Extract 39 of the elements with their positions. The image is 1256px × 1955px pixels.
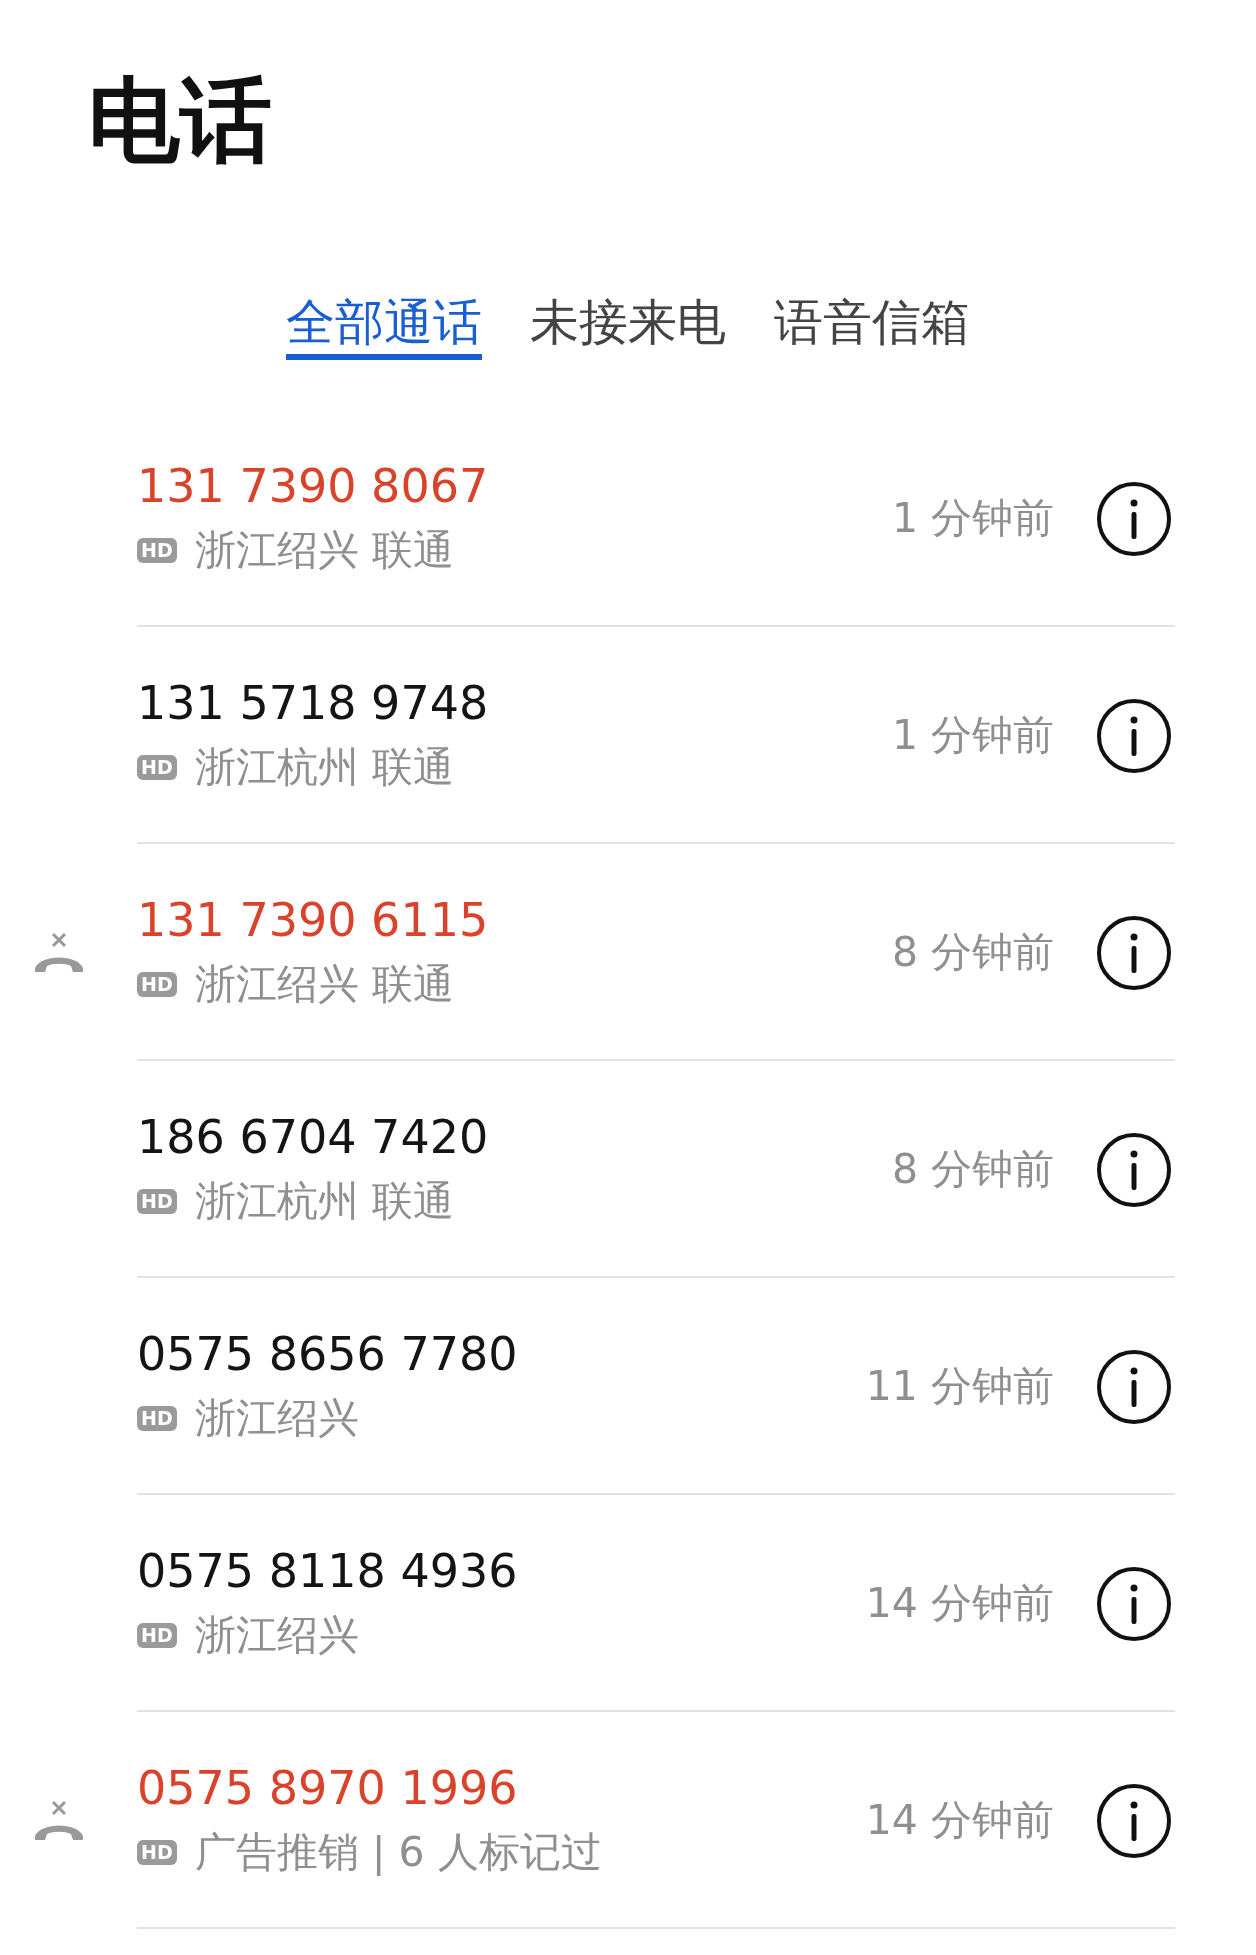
info-icon[interactable]: [1096, 914, 1172, 991]
phone-number: 131 7390 8067: [137, 459, 490, 513]
info-icon[interactable]: [1096, 1348, 1172, 1425]
hd-badge: HD: [137, 538, 177, 563]
location-text: 浙江绍兴: [194, 1610, 359, 1661]
tab[interactable]: 语音信箱: [774, 290, 970, 360]
phone-number: 131 7390 6115: [137, 893, 490, 947]
phone-number: 0575 8656 7780: [137, 1327, 519, 1381]
hd-badge: HD: [137, 1840, 177, 1865]
page-title: 电话: [87, 66, 273, 176]
call-time: 1 分钟前: [891, 710, 1054, 761]
phone-number: 0575 8118 4936: [137, 1544, 519, 1598]
phone-number: 131 5718 9748: [137, 676, 490, 730]
phone-number: 186 6704 7420: [137, 1110, 490, 1164]
info-icon[interactable]: [1096, 697, 1172, 774]
location-text: 浙江绍兴 联通: [194, 959, 454, 1010]
call-time: 8 分钟前: [891, 927, 1054, 978]
location-text: 广告推销 | 6 人标记过: [194, 1827, 602, 1878]
info-icon[interactable]: [1096, 1782, 1172, 1859]
hd-badge: HD: [137, 1623, 177, 1648]
tab[interactable]: 未接来电: [530, 290, 726, 360]
tab[interactable]: 全部通话: [286, 290, 482, 360]
call-time: 14 分钟前: [865, 1795, 1054, 1846]
hd-badge: HD: [137, 1406, 177, 1431]
call-time: 14 分钟前: [865, 1578, 1054, 1629]
call-time: 1 分钟前: [891, 493, 1054, 544]
hd-badge: HD: [137, 972, 177, 997]
location-text: 浙江绍兴: [194, 1393, 359, 1444]
call-time: 8 分钟前: [891, 1144, 1054, 1195]
info-icon[interactable]: [1096, 480, 1172, 557]
info-icon[interactable]: [1096, 1565, 1172, 1642]
hd-badge: HD: [137, 755, 177, 780]
location-text: 浙江绍兴 联通: [194, 525, 454, 576]
info-icon[interactable]: [1096, 1131, 1172, 1208]
hd-badge: HD: [137, 1189, 177, 1214]
location-text: 浙江杭州 联通: [194, 1176, 454, 1227]
call-time: 11 分钟前: [865, 1361, 1054, 1412]
location-text: 浙江杭州 联通: [194, 742, 454, 793]
phone-number: 0575 8970 1996: [137, 1761, 519, 1815]
